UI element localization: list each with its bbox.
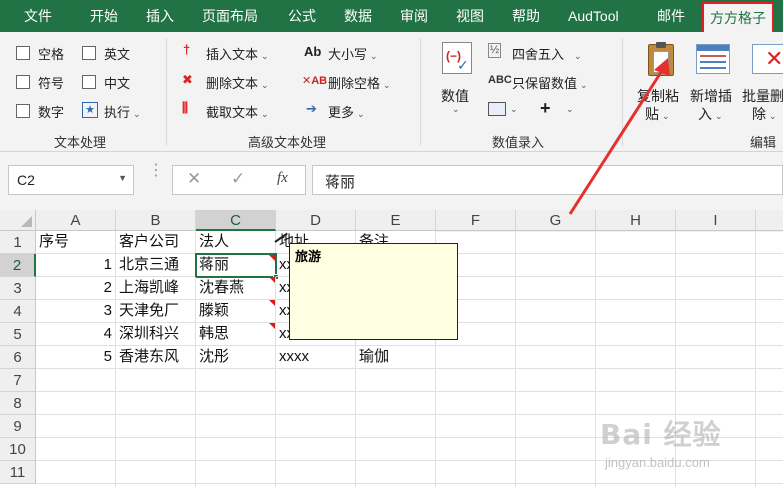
baidu-watermark-url: jingyan.baidu.com (605, 455, 710, 470)
excel-window: 文件 开始 插入 页面布局 公式 数据 审阅 视图 帮助 AudTool 邮件 … (0, 0, 783, 487)
baidu-watermark-logo: Bai 经验 (600, 418, 722, 451)
